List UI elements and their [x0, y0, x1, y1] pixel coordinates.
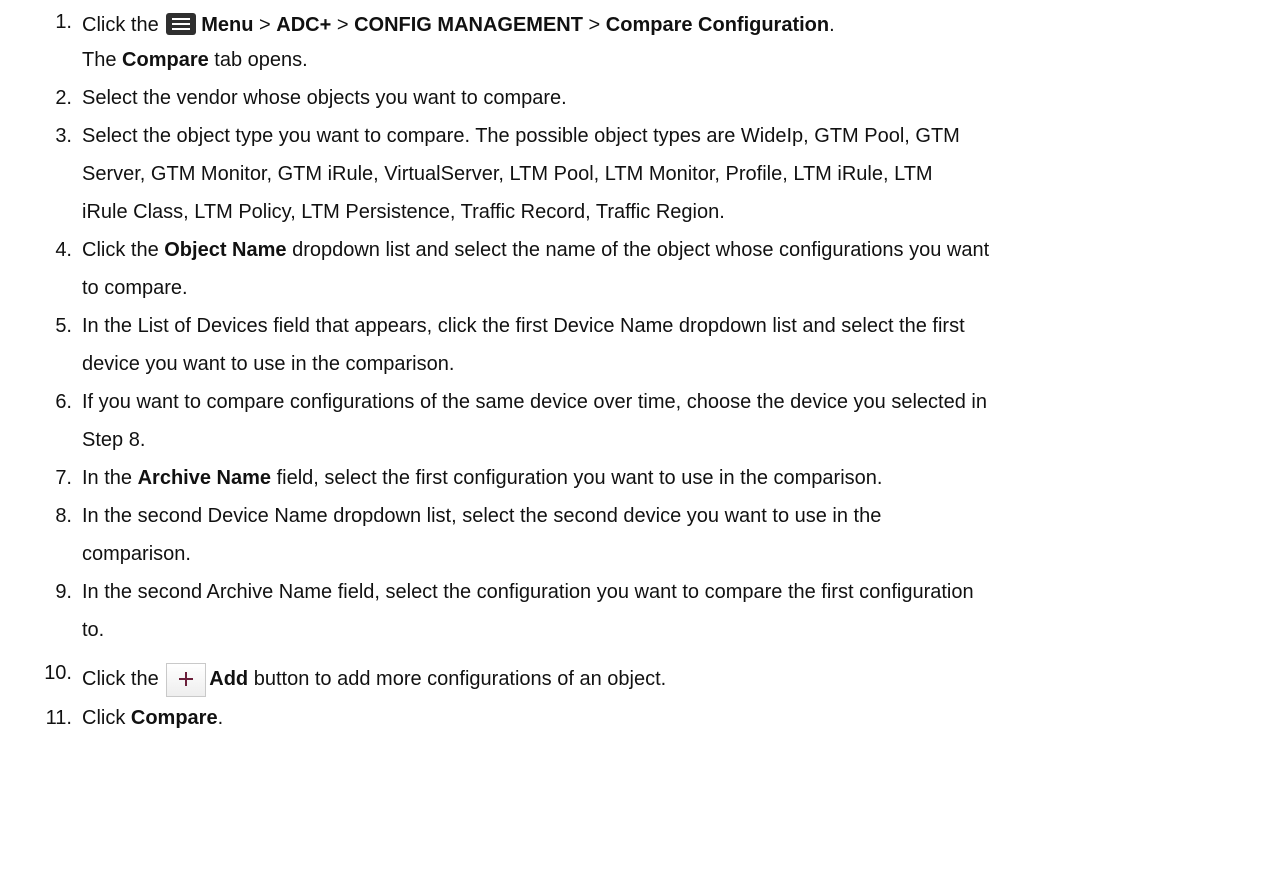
- step-text: In the second Device Name dropdown list,…: [82, 505, 882, 527]
- step-number: 6.: [55, 391, 72, 413]
- step-text-continued: comparison.: [82, 543, 191, 565]
- step-number: 1.: [55, 11, 72, 33]
- step-1-result: The Compare tab opens.: [82, 49, 308, 71]
- menu-label: Menu: [201, 14, 254, 36]
- step-text-continued: device you want to use in the comparison…: [82, 353, 455, 375]
- add-button-label: Add: [209, 668, 249, 690]
- config-management-label: CONFIG MANAGEMENT: [354, 14, 583, 36]
- step-text-continued: to compare.: [82, 277, 188, 299]
- step-number: 8.: [55, 505, 72, 527]
- step-text-continued: Server, GTM Monitor, GTM iRule, VirtualS…: [82, 163, 933, 185]
- step-text: In the second Archive Name field, select…: [82, 581, 974, 603]
- compare-tab-label: Compare: [122, 49, 209, 71]
- step-text-continued: to.: [82, 619, 105, 641]
- step-text-continued: Step 8.: [82, 429, 146, 451]
- step-text: Click the Add button to add more configu…: [82, 663, 666, 697]
- step-number: 4.: [55, 239, 72, 261]
- compare-button-label: Compare: [130, 707, 218, 729]
- step-number: 11.: [45, 707, 72, 729]
- step-number: 3.: [55, 125, 72, 147]
- plus-add-icon: [166, 663, 207, 697]
- procedure-document: 1. Click the Menu > ADC+ > CONFIG MANAGE…: [0, 0, 1277, 869]
- adc-label: ADC+: [276, 14, 332, 36]
- step-text: Select the object type you want to compa…: [82, 125, 960, 147]
- step-text: Click the Object Name dropdown list and …: [82, 239, 990, 261]
- step-number: 10.: [44, 662, 72, 684]
- step-text: Select the vendor whose objects you want…: [82, 87, 567, 109]
- hamburger-menu-icon: [166, 13, 197, 35]
- step-number: 9.: [55, 581, 72, 603]
- step-text: Click Compare.: [82, 707, 224, 729]
- step-text-continued: iRule Class, LTM Policy, LTM Persistence…: [82, 201, 725, 223]
- step-text: In the List of Devices field that appear…: [82, 315, 965, 337]
- step-number: 2.: [55, 87, 72, 109]
- step-text: Click the Menu > ADC+ > CONFIG MANAGEMEN…: [82, 13, 835, 36]
- step-number: 7.: [55, 467, 72, 489]
- object-name-label: Object Name: [164, 239, 287, 261]
- step-text: If you want to compare configurations of…: [82, 391, 987, 413]
- archive-name-label: Archive Name: [137, 467, 272, 489]
- step-number: 5.: [55, 315, 72, 337]
- step-text: In the Archive Name field, select the fi…: [82, 467, 883, 489]
- compare-configuration-label: Compare Configuration: [605, 14, 830, 36]
